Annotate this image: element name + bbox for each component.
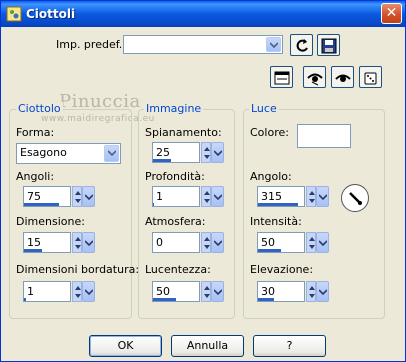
- lucentezza-level-bar: [153, 298, 176, 301]
- angle-dial[interactable]: [341, 184, 369, 212]
- intensita-value: 50: [261, 236, 275, 249]
- angolo-slider-button[interactable]: [316, 186, 329, 207]
- proof-button[interactable]: [303, 66, 326, 88]
- chevron-down-icon[interactable]: [266, 37, 281, 52]
- profondita-value: 1: [156, 190, 163, 203]
- angolo-label: Angolo:: [250, 170, 292, 183]
- preset-label: Imp. predef.:: [56, 38, 126, 51]
- lucentezza-stepper[interactable]: 50: [152, 281, 224, 302]
- ok-button[interactable]: OK: [89, 335, 162, 357]
- profondita-stepper[interactable]: 1: [152, 186, 224, 207]
- bordatura-label: Dimensioni bordatura:: [16, 263, 140, 276]
- eye-icon: [307, 73, 323, 86]
- close-icon: ✕: [385, 5, 398, 21]
- elevazione-stepper[interactable]: 30: [257, 281, 329, 302]
- eye-auto-icon: [335, 74, 351, 82]
- dimensione-value: 15: [27, 236, 41, 249]
- atmosfera-input[interactable]: 0: [152, 232, 200, 253]
- profondita-level-bar: [153, 203, 154, 206]
- profondita-slider-button[interactable]: [211, 186, 224, 207]
- close-button[interactable]: ✕: [381, 3, 402, 24]
- elevazione-spin-buttons[interactable]: [306, 281, 316, 302]
- auto-proof-button[interactable]: [331, 66, 354, 88]
- app-icon: [6, 6, 22, 22]
- dimensione-slider-button[interactable]: [82, 232, 95, 253]
- forma-label: Forma:: [16, 126, 55, 139]
- bordatura-input[interactable]: 1: [23, 281, 71, 302]
- intensita-label: Intensità:: [250, 215, 302, 228]
- group-luce-title: Luce: [249, 102, 279, 115]
- reset-preset-button[interactable]: [290, 34, 313, 56]
- colore-label: Colore:: [250, 126, 289, 139]
- preset-select[interactable]: [123, 35, 283, 54]
- randomize-button[interactable]: [359, 66, 382, 88]
- intensita-level-bar: [258, 249, 281, 252]
- chevron-down-icon[interactable]: [104, 145, 119, 162]
- angoli-level-bar: [24, 203, 59, 206]
- atmosfera-value: 0: [156, 236, 163, 249]
- group-immagine-title: Immagine: [144, 102, 204, 115]
- group-ciottolo-title: Ciottolo: [16, 102, 63, 115]
- floppy-disk-icon: [321, 38, 337, 54]
- intensita-slider-button[interactable]: [316, 232, 329, 253]
- angolo-spin-buttons[interactable]: [306, 186, 316, 207]
- atmosfera-label: Atmosfera:: [145, 215, 206, 228]
- intensita-spin-buttons[interactable]: [306, 232, 316, 253]
- angoli-slider-button[interactable]: [82, 186, 95, 207]
- forma-value: Esagono: [20, 146, 67, 159]
- lucentezza-slider-button[interactable]: [211, 281, 224, 302]
- spianamento-label: Spianamento:: [145, 126, 222, 139]
- dimensione-label: Dimensione:: [16, 215, 85, 228]
- lucentezza-value: 50: [156, 285, 170, 298]
- lucentezza-label: Lucentezza:: [145, 263, 211, 276]
- colore-swatch[interactable]: [297, 124, 351, 148]
- profondita-input[interactable]: 1: [152, 186, 200, 207]
- elevazione-slider-button[interactable]: [316, 281, 329, 302]
- angoli-value: 75: [27, 190, 41, 203]
- intensita-stepper[interactable]: 50: [257, 232, 329, 253]
- preview-window-icon: [274, 71, 290, 85]
- forma-select[interactable]: Esagono: [16, 143, 121, 164]
- elevazione-label: Elevazione:: [250, 263, 314, 276]
- dialog-window: Ciottoli ✕ Imp. predef.: Pinuccia www.ma…: [0, 0, 406, 362]
- angoli-spin-buttons[interactable]: [72, 186, 82, 207]
- spianamento-slider-button[interactable]: [211, 142, 224, 163]
- elevazione-value: 30: [261, 285, 275, 298]
- dimensione-spin-buttons[interactable]: [72, 232, 82, 253]
- bordatura-level-bar: [24, 298, 26, 301]
- spianamento-spin-buttons[interactable]: [201, 142, 211, 163]
- undo-arrow-icon: [296, 39, 308, 52]
- atmosfera-spin-buttons[interactable]: [201, 232, 211, 253]
- angolo-stepper[interactable]: 315: [257, 186, 329, 207]
- spianamento-level-bar: [153, 159, 171, 162]
- angoli-label: Angoli:: [16, 170, 55, 183]
- dice-icon: [364, 72, 377, 85]
- lucentezza-spin-buttons[interactable]: [201, 281, 211, 302]
- title-bar[interactable]: Ciottoli ✕: [1, 1, 405, 27]
- save-preset-button[interactable]: [317, 34, 340, 56]
- dimensione-level-bar: [24, 249, 42, 252]
- cancel-button[interactable]: Annulla: [171, 335, 244, 357]
- bordatura-spin-buttons[interactable]: [72, 281, 82, 302]
- profondita-spin-buttons[interactable]: [201, 186, 211, 207]
- angolo-level-bar: [258, 203, 298, 206]
- bordatura-stepper[interactable]: 1: [23, 281, 95, 302]
- angolo-value: 315: [261, 190, 282, 203]
- dial-needle-icon: [349, 192, 362, 205]
- spianamento-stepper[interactable]: 25: [152, 142, 224, 163]
- elevazione-level-bar: [258, 298, 274, 301]
- window-title: Ciottoli: [26, 7, 76, 21]
- help-button[interactable]: ?: [253, 335, 326, 357]
- dimensione-stepper[interactable]: 15: [23, 232, 95, 253]
- bordatura-slider-button[interactable]: [82, 281, 95, 302]
- profondita-label: Profondità:: [145, 170, 205, 183]
- show-preview-button[interactable]: [270, 66, 293, 88]
- atmosfera-slider-button[interactable]: [211, 232, 224, 253]
- bordatura-value: 1: [27, 285, 34, 298]
- atmosfera-stepper[interactable]: 0: [152, 232, 224, 253]
- spianamento-value: 25: [156, 146, 170, 159]
- angoli-stepper[interactable]: 75: [23, 186, 95, 207]
